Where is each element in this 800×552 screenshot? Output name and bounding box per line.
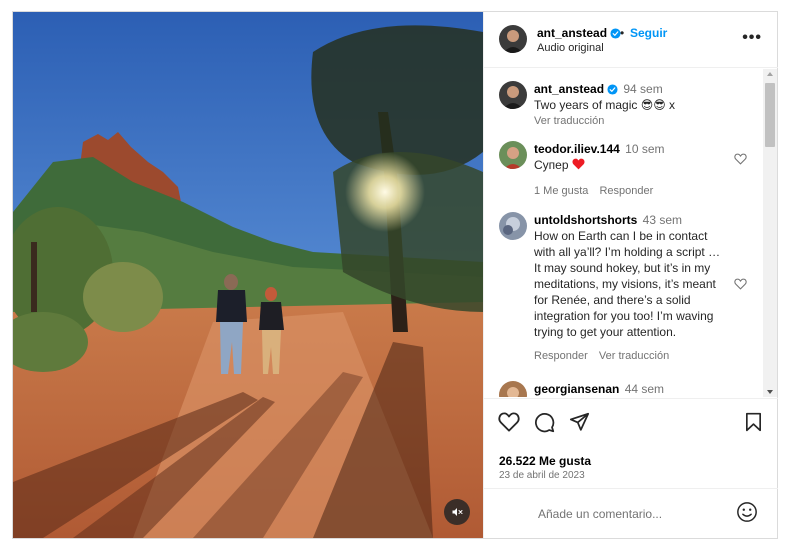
comment-likes-count[interactable]: 1 Me gusta bbox=[534, 185, 588, 197]
comment-username[interactable]: georgiansenan bbox=[534, 382, 619, 396]
comment-body: georgiansenan 44 sem bbox=[534, 381, 744, 397]
comment-meta: 1 Me gusta Responder bbox=[534, 183, 744, 199]
comment-body: ant_anstead 94 sem Two years of magic 😎😎… bbox=[534, 81, 744, 129]
post-actions-bar: 26.522 Me gusta 23 de abril de 2023 bbox=[484, 398, 778, 481]
follow-button[interactable]: Seguir bbox=[630, 26, 667, 40]
separator-dot: • bbox=[620, 26, 625, 40]
comment-text: Супер bbox=[534, 157, 744, 173]
speaker-muted-icon bbox=[452, 508, 463, 516]
audio-label[interactable]: Audio original bbox=[537, 42, 604, 54]
red-heart-emoji-icon bbox=[572, 158, 585, 170]
mute-button[interactable] bbox=[444, 499, 470, 525]
like-comment-heart-icon[interactable] bbox=[734, 278, 747, 290]
post-container: ant_anstead • Seguir Audio original ••• bbox=[12, 11, 778, 539]
comment-username[interactable]: teodor.iliev.144 bbox=[534, 142, 620, 156]
more-options-button[interactable]: ••• bbox=[742, 29, 762, 47]
paper-plane-icon[interactable] bbox=[569, 412, 590, 432]
comment-meta: Responder Ver traducción bbox=[534, 348, 744, 364]
add-comment-bar bbox=[484, 488, 778, 538]
reply-button[interactable]: Responder bbox=[599, 185, 653, 197]
scroll-down-arrow-icon[interactable] bbox=[767, 390, 773, 394]
see-translation-link[interactable]: Ver traducción bbox=[599, 350, 669, 362]
comment-timestamp[interactable]: 10 sem bbox=[625, 142, 664, 156]
verified-badge-icon bbox=[607, 84, 618, 95]
comments-scrollbar[interactable] bbox=[763, 69, 777, 397]
reply-button[interactable]: Responder bbox=[534, 350, 588, 362]
comment-text: How on Earth can I be in contact with al… bbox=[534, 229, 721, 339]
post-date[interactable]: 23 de abril de 2023 bbox=[499, 470, 585, 481]
comment-input[interactable] bbox=[538, 504, 728, 524]
like-comment-heart-icon[interactable] bbox=[734, 153, 747, 165]
avatar[interactable] bbox=[499, 81, 527, 109]
avatar[interactable] bbox=[499, 381, 527, 397]
comment-timestamp[interactable]: 43 sem bbox=[643, 213, 682, 227]
heart-outline-icon[interactable] bbox=[498, 412, 520, 432]
see-translation-link[interactable]: Ver traducción bbox=[534, 115, 604, 127]
post-photo[interactable] bbox=[13, 12, 483, 538]
comment-body: untoldshortshorts 43 sem How on Earth ca… bbox=[534, 212, 744, 364]
avatar[interactable] bbox=[499, 212, 527, 240]
comment-body: teodor.iliev.144 10 sem Супер 1 Me gusta… bbox=[534, 141, 744, 199]
comment-text: Two years of magic 😎😎 x bbox=[534, 98, 676, 112]
comment-timestamp[interactable]: 94 sem bbox=[623, 82, 662, 96]
avatar[interactable] bbox=[499, 25, 527, 53]
comment-username[interactable]: untoldshortshorts bbox=[534, 213, 637, 227]
comment-bubble-icon[interactable] bbox=[534, 412, 555, 433]
smiley-icon[interactable] bbox=[736, 501, 758, 523]
comment-username[interactable]: ant_anstead bbox=[534, 82, 604, 96]
bookmark-icon[interactable] bbox=[745, 412, 762, 432]
likes-count[interactable]: 26.522 Me gusta bbox=[499, 454, 591, 468]
scrollbar-thumb[interactable] bbox=[765, 83, 775, 147]
avatar[interactable] bbox=[499, 141, 527, 169]
post-author-username[interactable]: ant_anstead bbox=[537, 26, 621, 40]
comment-timestamp[interactable]: 44 sem bbox=[625, 382, 664, 396]
comment-meta: Ver traducción bbox=[534, 113, 744, 129]
landscape-photo-illustration bbox=[13, 12, 483, 538]
post-details-panel: ant_anstead • Seguir Audio original ••• bbox=[483, 12, 778, 538]
post-header: ant_anstead • Seguir Audio original ••• bbox=[484, 12, 778, 68]
scroll-up-arrow-icon[interactable] bbox=[767, 72, 773, 76]
comments-list: ant_anstead 94 sem Two years of magic 😎😎… bbox=[484, 69, 778, 397]
